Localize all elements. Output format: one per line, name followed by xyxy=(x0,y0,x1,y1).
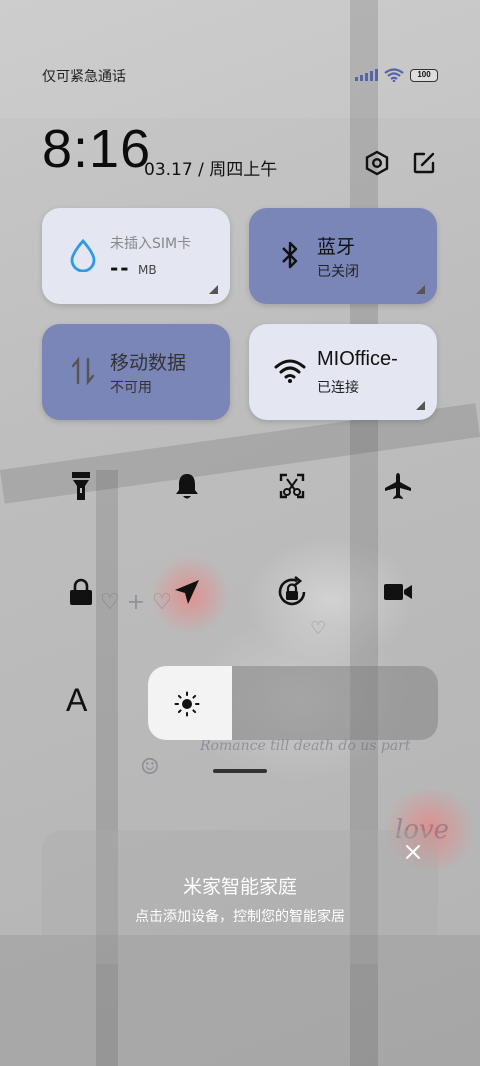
edit-button[interactable] xyxy=(409,148,439,178)
water-drop-icon xyxy=(66,238,100,272)
expand-corner-icon xyxy=(416,401,425,410)
signal-bars-icon xyxy=(355,69,378,81)
data-arrows-icon xyxy=(66,354,100,388)
mobile-data-title: 移动数据 xyxy=(110,352,187,374)
lock-screen-toggle[interactable] xyxy=(59,570,103,614)
bell-icon xyxy=(176,474,198,499)
flashlight-toggle[interactable] xyxy=(59,464,103,508)
data-usage-value: -- xyxy=(110,256,131,280)
video-camera-icon xyxy=(384,584,412,600)
smart-home-subtitle: 点击添加设备，控制您的智能家居 xyxy=(135,909,345,925)
battery-icon: 100 xyxy=(410,68,438,82)
drag-handle[interactable] xyxy=(213,769,267,773)
flashlight-icon xyxy=(72,472,90,500)
expand-corner-icon xyxy=(416,285,425,294)
airplane-toggle[interactable] xyxy=(376,464,420,508)
font-size-button[interactable]: A xyxy=(66,682,87,719)
sun-icon xyxy=(174,691,200,717)
expand-corner-icon xyxy=(209,285,218,294)
airplane-icon xyxy=(385,473,411,499)
tile-bluetooth[interactable]: 蓝牙 已关闭 xyxy=(249,208,437,304)
bluetooth-title: 蓝牙 xyxy=(317,236,356,258)
bluetooth-status: 已关闭 xyxy=(317,264,359,280)
sim-status-text: 未插入SIM卡 xyxy=(110,236,192,252)
screenshot-toggle[interactable] xyxy=(270,464,314,508)
tile-mobile-data[interactable]: 移动数据 不可用 xyxy=(42,324,230,420)
close-icon xyxy=(406,845,420,859)
rotation-lock-toggle[interactable] xyxy=(270,570,314,614)
status-icons: 100 xyxy=(355,68,438,82)
wifi-ssid: MIOffice- xyxy=(317,348,398,370)
rotation-lock-icon xyxy=(278,575,306,606)
status-bar: 仅可紧急通话 100 xyxy=(42,62,438,90)
data-usage-unit: MB xyxy=(138,263,157,277)
wifi-icon xyxy=(384,68,404,82)
clock-time[interactable]: 8:16 xyxy=(42,118,151,180)
lock-icon xyxy=(70,578,92,605)
wifi-icon xyxy=(273,354,307,388)
location-toggle[interactable] xyxy=(165,570,209,614)
tile-data-usage[interactable]: 未插入SIM卡 -- MB xyxy=(42,208,230,304)
silent-toggle[interactable] xyxy=(165,464,209,508)
wifi-status: 已连接 xyxy=(317,380,359,396)
screen-record-toggle[interactable] xyxy=(376,570,420,614)
carrier-text: 仅可紧急通话 xyxy=(42,69,126,85)
brightness-slider[interactable] xyxy=(148,666,438,740)
bluetooth-icon xyxy=(273,238,307,272)
mobile-data-status: 不可用 xyxy=(110,380,152,396)
settings-button[interactable] xyxy=(362,148,392,178)
screenshot-icon xyxy=(279,473,305,499)
settings-hex-icon xyxy=(365,150,389,176)
smart-home-title: 米家智能家庭 xyxy=(182,876,297,898)
edit-icon xyxy=(413,152,435,174)
smart-home-close-button[interactable] xyxy=(401,840,425,864)
tile-wifi[interactable]: MIOffice- 已连接 xyxy=(249,324,437,420)
location-arrow-icon xyxy=(175,580,199,604)
date-text[interactable]: 03.17 / 周四上午 xyxy=(144,155,277,180)
